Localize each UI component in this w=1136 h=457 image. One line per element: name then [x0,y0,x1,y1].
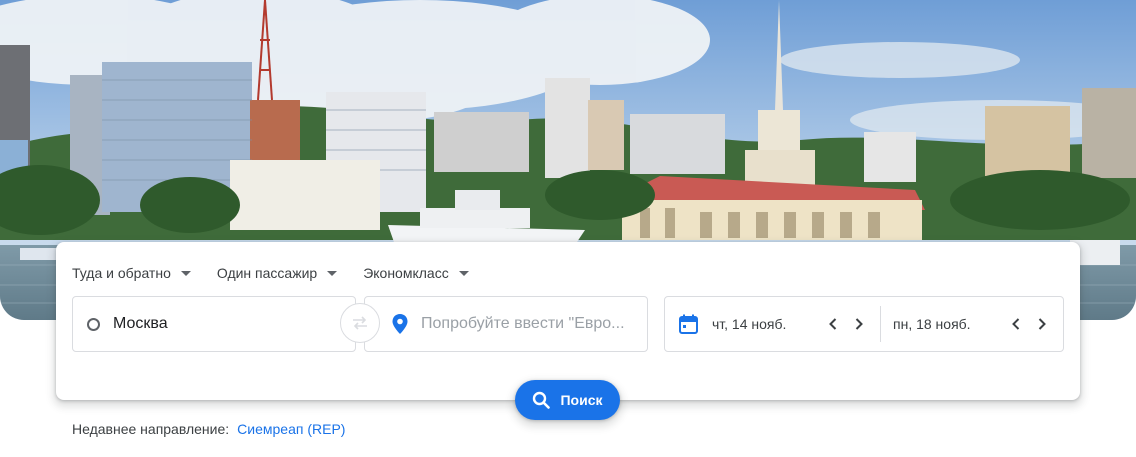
search-button[interactable]: Поиск [515,380,620,420]
return-date[interactable]: пн, 18 нояб. [880,306,1063,342]
swap-button[interactable] [340,303,380,343]
flight-search-card: Туда и обратно Один пассажир Экономкласс… [56,242,1080,400]
chevron-down-icon [458,271,469,276]
recent-destination-label: Недавнее направление: [72,421,230,437]
origin-value: Москва [113,315,168,332]
chevron-right-icon[interactable] [1035,317,1049,331]
chevron-left-icon[interactable] [1009,317,1023,331]
chevron-right-icon[interactable] [852,317,866,331]
search-options-row: Туда и обратно Один пассажир Экономкласс [72,262,495,284]
trip-type-dropdown[interactable]: Туда и обратно [72,262,191,284]
cabin-class-label: Экономкласс [363,265,449,281]
dates-field: чт, 14 нояб. пн, 18 нояб. [664,296,1064,352]
departure-date-stepper [814,317,866,331]
search-button-label: Поиск [560,392,603,408]
return-date-stepper [997,317,1049,331]
calendar-icon [679,314,698,334]
passengers-label: Один пассажир [216,265,318,281]
chevron-down-icon [327,271,338,276]
recent-destination-link[interactable]: Сиемреап (REP) [237,421,345,437]
chevron-left-icon[interactable] [826,317,840,331]
location-pin-icon [392,314,408,334]
trip-type-label: Туда и обратно [72,265,171,281]
return-date-value: пн, 18 нояб. [893,316,971,332]
departure-date-value: чт, 14 нояб. [712,316,787,332]
recent-destination: Недавнее направление: Сиемреап (REP) [72,421,345,437]
departure-date[interactable]: чт, 14 нояб. [665,297,880,351]
origin-ring-icon [87,317,100,331]
passengers-dropdown[interactable]: Один пассажир [216,262,338,284]
destination-placeholder: Попробуйте ввести "Евро... [421,315,625,332]
search-icon [533,391,551,409]
destination-field[interactable]: Попробуйте ввести "Евро... [364,296,648,352]
chevron-down-icon [180,271,191,276]
origin-field[interactable]: Москва [72,296,356,352]
cabin-class-dropdown[interactable]: Экономкласс [363,262,469,284]
swap-icon [353,316,367,330]
